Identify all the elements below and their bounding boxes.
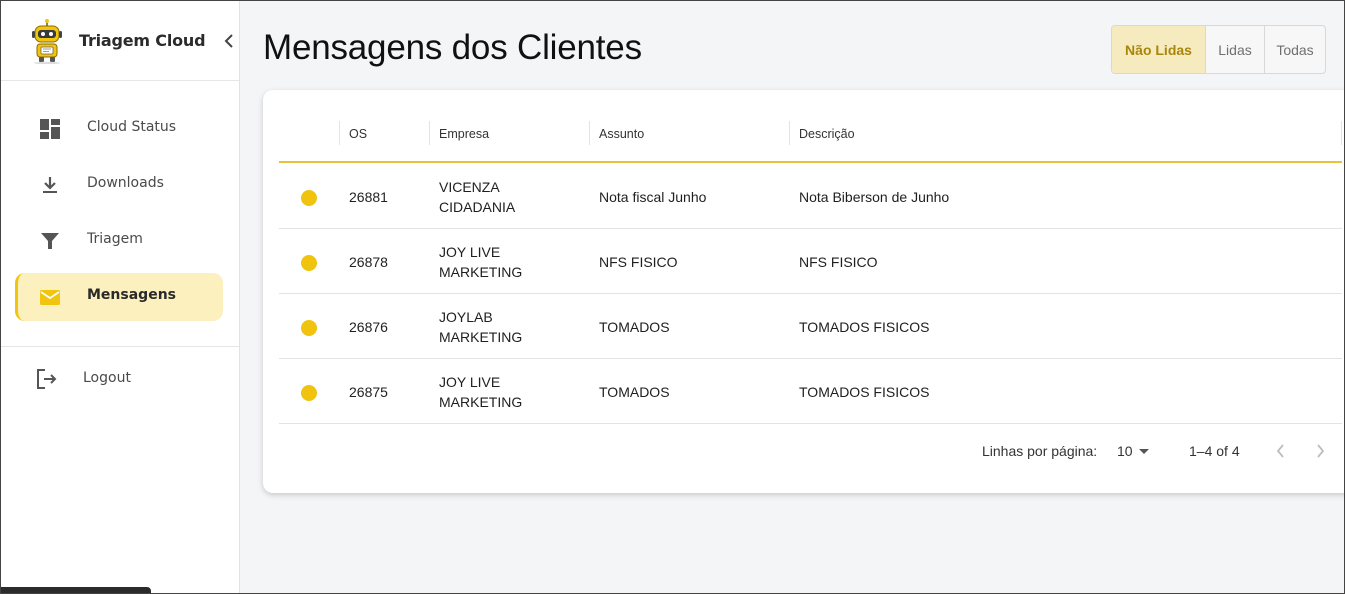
filter-lidas-button[interactable]: Lidas [1205, 26, 1264, 73]
filter-icon [41, 233, 59, 249]
unread-status-icon [301, 320, 317, 336]
mail-icon [40, 290, 60, 305]
cell-assunto: NFS FISICO [599, 254, 678, 270]
filter-todas-button[interactable]: Todas [1264, 26, 1325, 73]
next-page-button[interactable] [1309, 440, 1331, 462]
unread-status-icon [301, 190, 317, 206]
cell-descricao: TOMADOS FISICOS [799, 319, 930, 335]
logout-icon [37, 369, 57, 389]
rows-per-page-select[interactable]: 10 [1117, 440, 1155, 462]
column-divider [1341, 121, 1342, 145]
cell-empresa: MARKETING [439, 264, 523, 280]
cell-descricao: NFS FISICO [799, 254, 878, 270]
table-pagination: Linhas por página: 10 1–4 of 4 [279, 428, 1342, 474]
chevron-left-icon [1276, 444, 1284, 458]
column-header-empresa[interactable]: Empresa [439, 117, 489, 149]
cell-assunto: TOMADOS [599, 384, 670, 400]
column-divider [339, 121, 340, 145]
column-divider [429, 121, 430, 145]
sidebar: Triagem Cloud Cloud Status Downloads Tri… [0, 0, 240, 594]
column-header-os[interactable]: OS [349, 117, 367, 149]
table-row[interactable]: 26878 JOY LIVE MARKETING NFS FISICO NFS … [279, 229, 1342, 294]
cell-os: 26878 [349, 254, 388, 270]
cell-empresa: MARKETING [439, 394, 523, 410]
column-divider [589, 121, 590, 145]
brand-header: Triagem Cloud [0, 0, 239, 81]
cell-descricao: TOMADOS FISICOS [799, 384, 930, 400]
sidebar-item-mensagens[interactable]: Mensagens [15, 273, 223, 321]
sidebar-item-downloads[interactable]: Downloads [15, 161, 223, 209]
table-row[interactable]: 26875 JOY LIVE MARKETING TOMADOS TOMADOS… [279, 359, 1342, 424]
rows-per-page-label: Linhas por página: [982, 443, 1098, 459]
column-divider [789, 121, 790, 145]
caret-down-icon [1139, 449, 1149, 454]
sidebar-item-label: Cloud Status [87, 119, 177, 135]
pagination-range: 1–4 of 4 [1189, 443, 1240, 459]
chevron-left-icon [224, 34, 233, 48]
app-name: Triagem Cloud [79, 31, 206, 50]
chevron-right-icon [1316, 444, 1324, 458]
rows-per-page-value: 10 [1117, 443, 1133, 459]
cell-empresa: JOYLAB [439, 309, 493, 325]
cell-os: 26881 [349, 189, 388, 205]
sidebar-item-cloud-status[interactable]: Cloud Status [15, 105, 223, 153]
unread-status-icon [301, 385, 317, 401]
table-header-underline [279, 161, 1342, 163]
cell-empresa: JOY LIVE [439, 374, 501, 390]
filter-nao-lidas-button[interactable]: Não Lidas [1112, 26, 1205, 73]
download-icon [43, 177, 57, 193]
cell-empresa: CIDADANIA [439, 199, 516, 215]
message-filter-toggle: Não Lidas Lidas Todas [1111, 25, 1326, 74]
column-header-descricao[interactable]: Descrição [799, 117, 855, 149]
sidebar-item-triagem[interactable]: Triagem [15, 217, 223, 265]
logout-label: Logout [83, 370, 131, 386]
page-title: Mensagens dos Clientes [263, 28, 642, 67]
logout-button[interactable]: Logout [35, 366, 185, 392]
sidebar-item-label: Triagem [87, 231, 143, 247]
cell-empresa: VICENZA [439, 179, 500, 195]
table-row[interactable]: 26876 JOYLAB MARKETING TOMADOS TOMADOS F… [279, 294, 1342, 359]
messages-table-card: OS Empresa Assunto Descrição 26881 VICEN… [263, 90, 1345, 493]
cell-empresa: MARKETING [439, 329, 523, 345]
cell-descricao: Nota Biberson de Junho [799, 189, 950, 205]
unread-status-icon [301, 255, 317, 271]
collapse-sidebar-button[interactable] [219, 30, 239, 52]
status-tooltip [0, 587, 151, 594]
dashboard-icon [40, 119, 60, 139]
sidebar-item-label: Mensagens [87, 287, 176, 303]
cell-assunto: Nota fiscal Junho [599, 189, 707, 205]
sidebar-item-label: Downloads [87, 175, 164, 191]
cell-assunto: TOMADOS [599, 319, 670, 335]
column-header-assunto[interactable]: Assunto [599, 117, 644, 149]
table-row[interactable]: 26881 VICENZA CIDADANIA Nota fiscal Junh… [279, 164, 1342, 229]
sidebar-divider [0, 346, 239, 347]
cell-empresa: JOY LIVE [439, 244, 501, 260]
cell-os: 26876 [349, 319, 388, 335]
cell-os: 26875 [349, 384, 388, 400]
previous-page-button[interactable] [1269, 440, 1291, 462]
robot-logo-icon [32, 19, 62, 64]
table-header: OS Empresa Assunto Descrição [279, 117, 1342, 163]
